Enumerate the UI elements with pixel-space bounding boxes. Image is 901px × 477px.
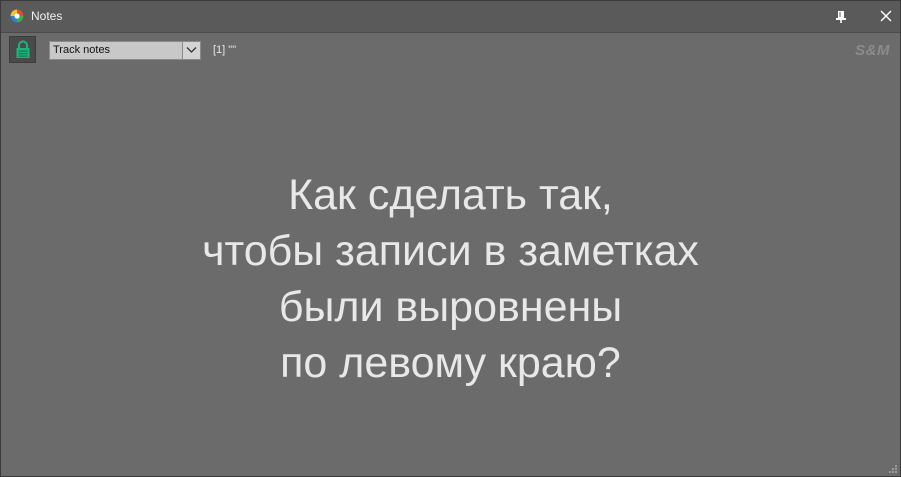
lock-button[interactable] — [9, 36, 36, 63]
notes-window: Notes Track notes [1] "" S&M Как сделать… — [0, 0, 901, 477]
reaper-app-icon — [10, 9, 24, 23]
lock-icon — [16, 40, 30, 58]
notes-content: Как сделать так, чтобы записи в заметках… — [1, 167, 900, 391]
notes-type-dropdown[interactable]: Track notes — [49, 41, 201, 60]
notes-line: Как сделать так, — [288, 171, 613, 219]
window-title: Notes — [31, 9, 63, 23]
track-info: [1] "" — [213, 44, 237, 56]
notes-line: по левому краю? — [280, 339, 621, 387]
notes-line: были выровнены — [278, 283, 623, 331]
title-bar[interactable]: Notes — [1, 1, 900, 33]
notes-text-area[interactable]: Как сделать так, чтобы записи в заметках… — [1, 67, 900, 476]
notes-line: чтобы записи в заметках — [202, 227, 699, 275]
close-icon[interactable] — [877, 7, 895, 25]
notes-type-value: Track notes — [53, 44, 111, 56]
chevron-down-icon — [186, 47, 197, 53]
pin-icon[interactable] — [833, 8, 849, 24]
sws-brand-logo: S&M — [855, 42, 890, 59]
notes-toolbar: Track notes [1] "" S&M — [1, 33, 900, 67]
dropdown-arrow[interactable] — [182, 42, 200, 59]
resize-grip-icon[interactable] — [888, 464, 898, 474]
